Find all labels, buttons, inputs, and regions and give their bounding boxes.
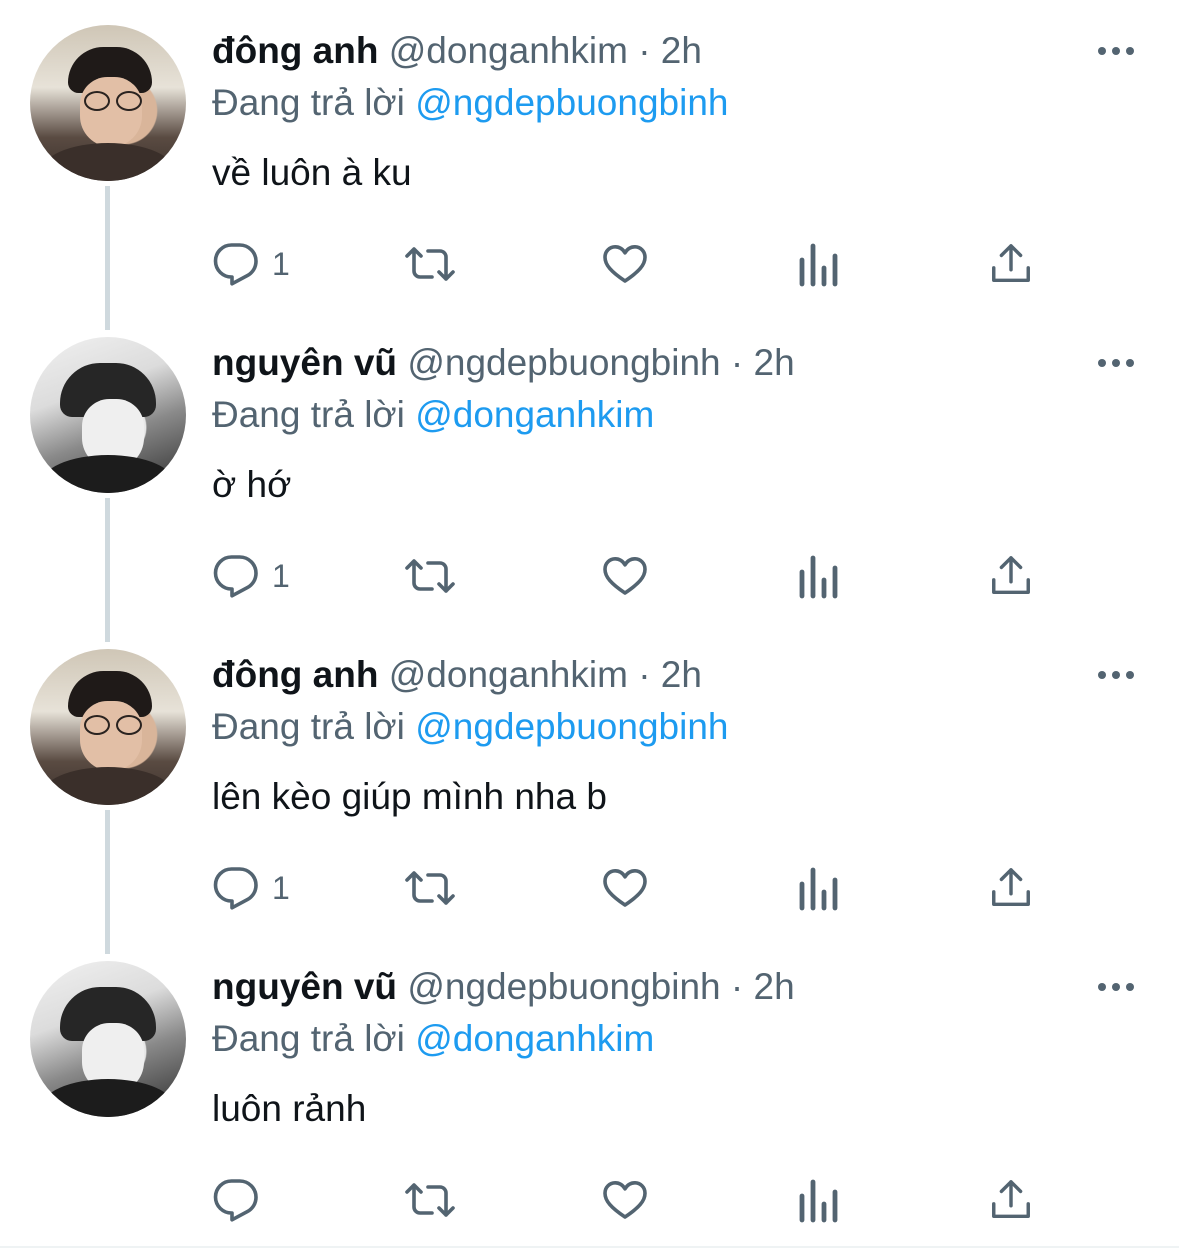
reply-button[interactable]: 1 xyxy=(212,236,290,292)
username[interactable]: @donganhkim xyxy=(389,30,628,71)
views-icon xyxy=(799,243,838,287)
action-bar: 1 xyxy=(212,860,1052,916)
share-button[interactable] xyxy=(988,1172,1034,1228)
retweet-button[interactable] xyxy=(404,236,456,292)
display-name[interactable]: đông anh xyxy=(212,30,378,71)
reply-icon xyxy=(213,1179,258,1222)
action-bar xyxy=(212,1172,1052,1228)
divider xyxy=(0,1246,1179,1248)
views-button[interactable] xyxy=(798,236,840,292)
reply-count: 1 xyxy=(272,869,290,906)
views-button[interactable] xyxy=(798,548,840,604)
timestamp[interactable]: 2h xyxy=(661,654,702,695)
like-button[interactable] xyxy=(600,236,650,292)
share-icon xyxy=(992,244,1030,283)
tweet-header: đông anh @donganhkim · 2h xyxy=(212,28,702,74)
timestamp[interactable]: 2h xyxy=(754,342,795,383)
like-button[interactable] xyxy=(600,548,650,604)
like-button[interactable] xyxy=(600,860,650,916)
action-bar: 1 xyxy=(212,236,1052,292)
share-button[interactable] xyxy=(988,236,1034,292)
username[interactable]: @donganhkim xyxy=(389,654,628,695)
retweet-button[interactable] xyxy=(404,548,456,604)
share-icon xyxy=(992,556,1030,595)
views-button[interactable] xyxy=(798,860,840,916)
reply-icon xyxy=(213,243,258,286)
display-name[interactable]: nguyên vũ xyxy=(212,966,397,1007)
retweet-button[interactable] xyxy=(404,860,456,916)
like-icon xyxy=(603,869,647,907)
tweet-header: nguyên vũ @ngdepbuongbinh · 2h xyxy=(212,964,795,1010)
views-icon xyxy=(799,555,838,599)
avatar[interactable] xyxy=(30,337,186,493)
tweet[interactable]: nguyên vũ @ngdepbuongbinh · 2h Đang trả … xyxy=(0,936,1179,1248)
views-icon xyxy=(799,1179,838,1223)
retweet-icon xyxy=(405,559,455,593)
tweet-text: luôn rảnh xyxy=(212,1088,367,1129)
separator: · xyxy=(638,654,651,695)
username[interactable]: @ngdepbuongbinh xyxy=(407,966,720,1007)
like-button[interactable] xyxy=(600,1172,650,1228)
like-icon xyxy=(603,557,647,595)
reply-icon xyxy=(213,867,258,910)
views-icon xyxy=(799,867,838,911)
mention-link[interactable]: @donganhkim xyxy=(415,394,654,435)
timestamp[interactable]: 2h xyxy=(661,30,702,71)
tweet-text: về luôn à ku xyxy=(212,152,412,193)
reply-prefix: Đang trả lời xyxy=(212,706,405,747)
reply-button[interactable]: 1 xyxy=(212,860,290,916)
mention-link[interactable]: @ngdepbuongbinh xyxy=(415,82,728,123)
reply-prefix: Đang trả lời xyxy=(212,82,405,123)
share-button[interactable] xyxy=(988,548,1034,604)
share-icon xyxy=(992,1180,1030,1219)
mention-link[interactable]: @ngdepbuongbinh xyxy=(415,706,728,747)
action-bar: 1 xyxy=(212,548,1052,604)
retweet-icon xyxy=(405,1183,455,1217)
reply-count: 1 xyxy=(272,245,290,282)
tweet[interactable]: đông anh @donganhkim · 2h Đang trả lời @… xyxy=(0,624,1179,936)
avatar[interactable] xyxy=(30,961,186,1117)
more-icon[interactable] xyxy=(1096,350,1136,374)
reply-context: Đang trả lời @donganhkim xyxy=(212,392,654,438)
tweet-text: lên kèo giúp mình nha b xyxy=(212,776,607,817)
display-name[interactable]: nguyên vũ xyxy=(212,342,397,383)
reply-prefix: Đang trả lời xyxy=(212,394,405,435)
reply-prefix: Đang trả lời xyxy=(212,1018,405,1059)
retweet-button[interactable] xyxy=(404,1172,456,1228)
tweet[interactable]: nguyên vũ @ngdepbuongbinh · 2h Đang trả … xyxy=(0,312,1179,624)
timestamp[interactable]: 2h xyxy=(754,966,795,1007)
more-icon[interactable] xyxy=(1096,38,1136,62)
reply-context: Đang trả lời @ngdepbuongbinh xyxy=(212,704,728,750)
display-name[interactable]: đông anh xyxy=(212,654,378,695)
reply-icon xyxy=(213,555,258,598)
reply-button[interactable]: 1 xyxy=(212,548,290,604)
more-icon[interactable] xyxy=(1096,974,1136,998)
avatar[interactable] xyxy=(30,25,186,181)
reply-button[interactable] xyxy=(212,1172,272,1228)
separator: · xyxy=(730,966,744,1007)
views-button[interactable] xyxy=(798,1172,840,1228)
tweet-header: đông anh @donganhkim · 2h xyxy=(212,652,702,698)
like-icon xyxy=(603,1181,647,1219)
reply-context: Đang trả lời @donganhkim xyxy=(212,1016,654,1062)
tweet[interactable]: đông anh @donganhkim · 2h Đang trả lời @… xyxy=(0,0,1179,312)
retweet-icon xyxy=(405,871,455,905)
retweet-icon xyxy=(405,247,455,281)
tweet-header: nguyên vũ @ngdepbuongbinh · 2h xyxy=(212,340,795,386)
username[interactable]: @ngdepbuongbinh xyxy=(407,342,720,383)
separator: · xyxy=(730,342,744,383)
share-icon xyxy=(992,868,1030,907)
mention-link[interactable]: @donganhkim xyxy=(415,1018,654,1059)
tweet-text: ờ hớ xyxy=(212,464,292,505)
separator: · xyxy=(638,30,651,71)
reply-count: 1 xyxy=(272,557,290,594)
more-icon[interactable] xyxy=(1096,662,1136,686)
share-button[interactable] xyxy=(988,860,1034,916)
reply-context: Đang trả lời @ngdepbuongbinh xyxy=(212,80,728,126)
avatar[interactable] xyxy=(30,649,186,805)
like-icon xyxy=(603,245,647,283)
